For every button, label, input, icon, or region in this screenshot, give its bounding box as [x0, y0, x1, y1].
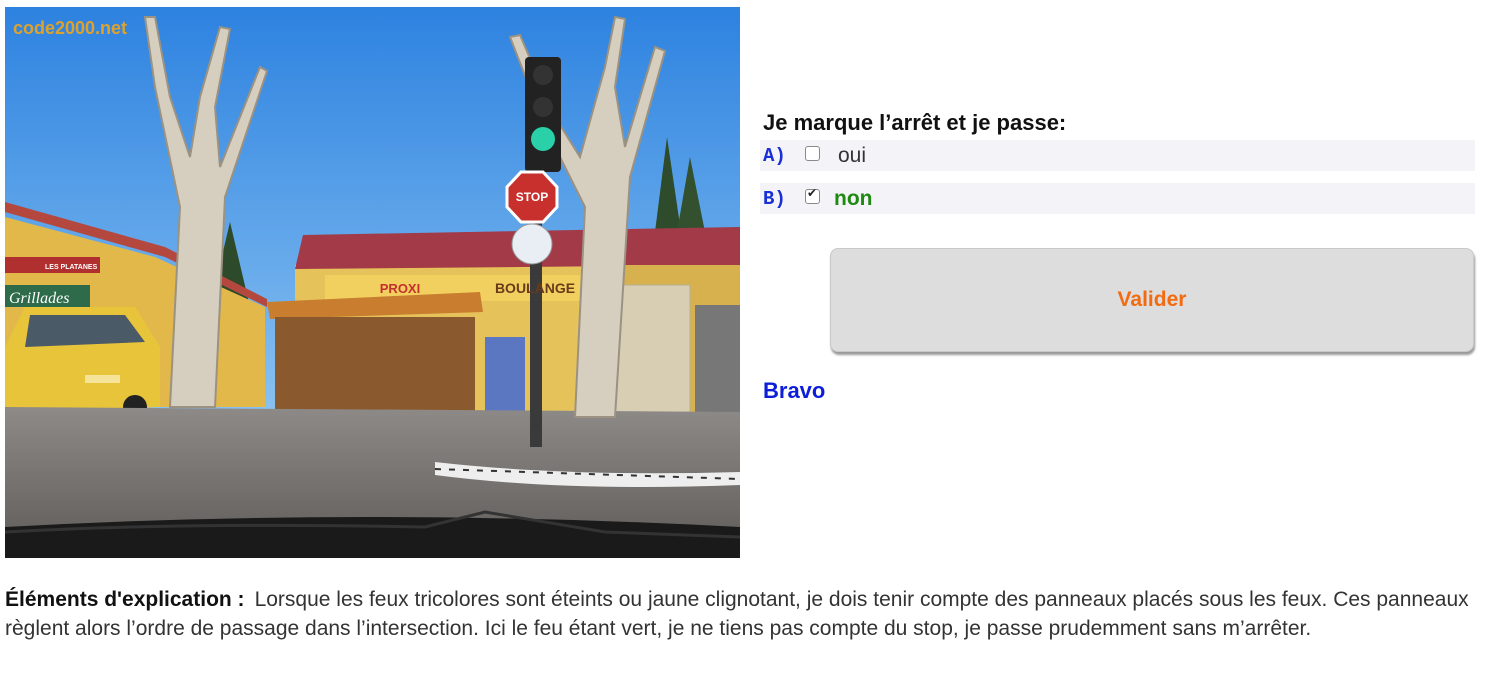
boulangerie-sign: BOULANGE: [495, 280, 575, 296]
platanes-sign: LES PLATANES: [45, 264, 98, 271]
answer-label: non: [834, 186, 873, 210]
answer-a-checkbox[interactable]: [805, 146, 820, 161]
watermark-logo: code2000.net: [13, 18, 128, 38]
answer-letter: B): [763, 187, 786, 210]
grillades-sign: Grillades: [9, 290, 69, 307]
proxi-sign: PROXI: [380, 281, 420, 296]
explanation-block: Éléments d'explication : Lorsque les feux…: [5, 585, 1470, 643]
street-scene-image: STOP PROXI BOULANGE Grillades LES PLATAN…: [5, 7, 740, 558]
answer-label: oui: [838, 143, 867, 167]
result-message: Bravo: [763, 378, 826, 403]
explanation-label: Éléments d'explication :: [5, 588, 245, 611]
answer-option-a[interactable]: A) oui: [760, 140, 1475, 171]
question-photo: STOP PROXI BOULANGE Grillades LES PLATAN…: [5, 7, 740, 558]
answer-b-checkbox[interactable]: [805, 186, 820, 204]
stop-sign-label: STOP: [516, 190, 548, 204]
answer-option-b[interactable]: B) non: [760, 183, 1475, 214]
validate-button[interactable]: Valider: [830, 248, 1474, 352]
question-text: Je marque l’arrêt et je passe:: [763, 110, 1067, 135]
answer-letter: A): [763, 144, 786, 167]
